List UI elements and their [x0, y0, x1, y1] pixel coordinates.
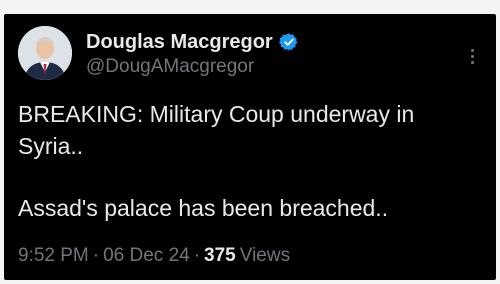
more-dot [470, 54, 474, 58]
author-name-row: Douglas Macgregor [86, 30, 299, 54]
more-dot [470, 48, 474, 52]
tweet-meta: 9:52 PM · 06 Dec 24 · 375 Views [18, 245, 290, 269]
tweet-time[interactable]: 9:52 PM [18, 245, 89, 267]
views-count[interactable]: 375 [204, 245, 236, 267]
tweet-line: Assad's palace has been breached.. [18, 195, 389, 221]
screenshot-frame: Douglas Macgregor @DougAMacgregor BREAKI… [0, 0, 500, 284]
meta-separator: · [92, 245, 100, 266]
more-options-icon[interactable] [462, 44, 482, 68]
avatar-photo [18, 26, 72, 80]
author-handle[interactable]: @DougAMacgregor [86, 56, 254, 78]
views-label: Views [239, 245, 291, 266]
more-dot [470, 60, 474, 64]
tweet-card[interactable]: Douglas Macgregor @DougAMacgregor BREAKI… [4, 14, 496, 280]
tweet-line: Syria.. [18, 133, 84, 159]
meta-separator: · [193, 245, 201, 266]
avatar[interactable] [18, 26, 72, 80]
author-name[interactable]: Douglas Macgregor [86, 31, 273, 54]
verified-badge-icon [278, 33, 298, 51]
tweet-text: BREAKING: Military Coup underway in Syri… [18, 98, 486, 224]
tweet-line: BREAKING: Military Coup underway in [18, 101, 415, 127]
tweet-date[interactable]: 06 Dec 24 [103, 245, 190, 267]
